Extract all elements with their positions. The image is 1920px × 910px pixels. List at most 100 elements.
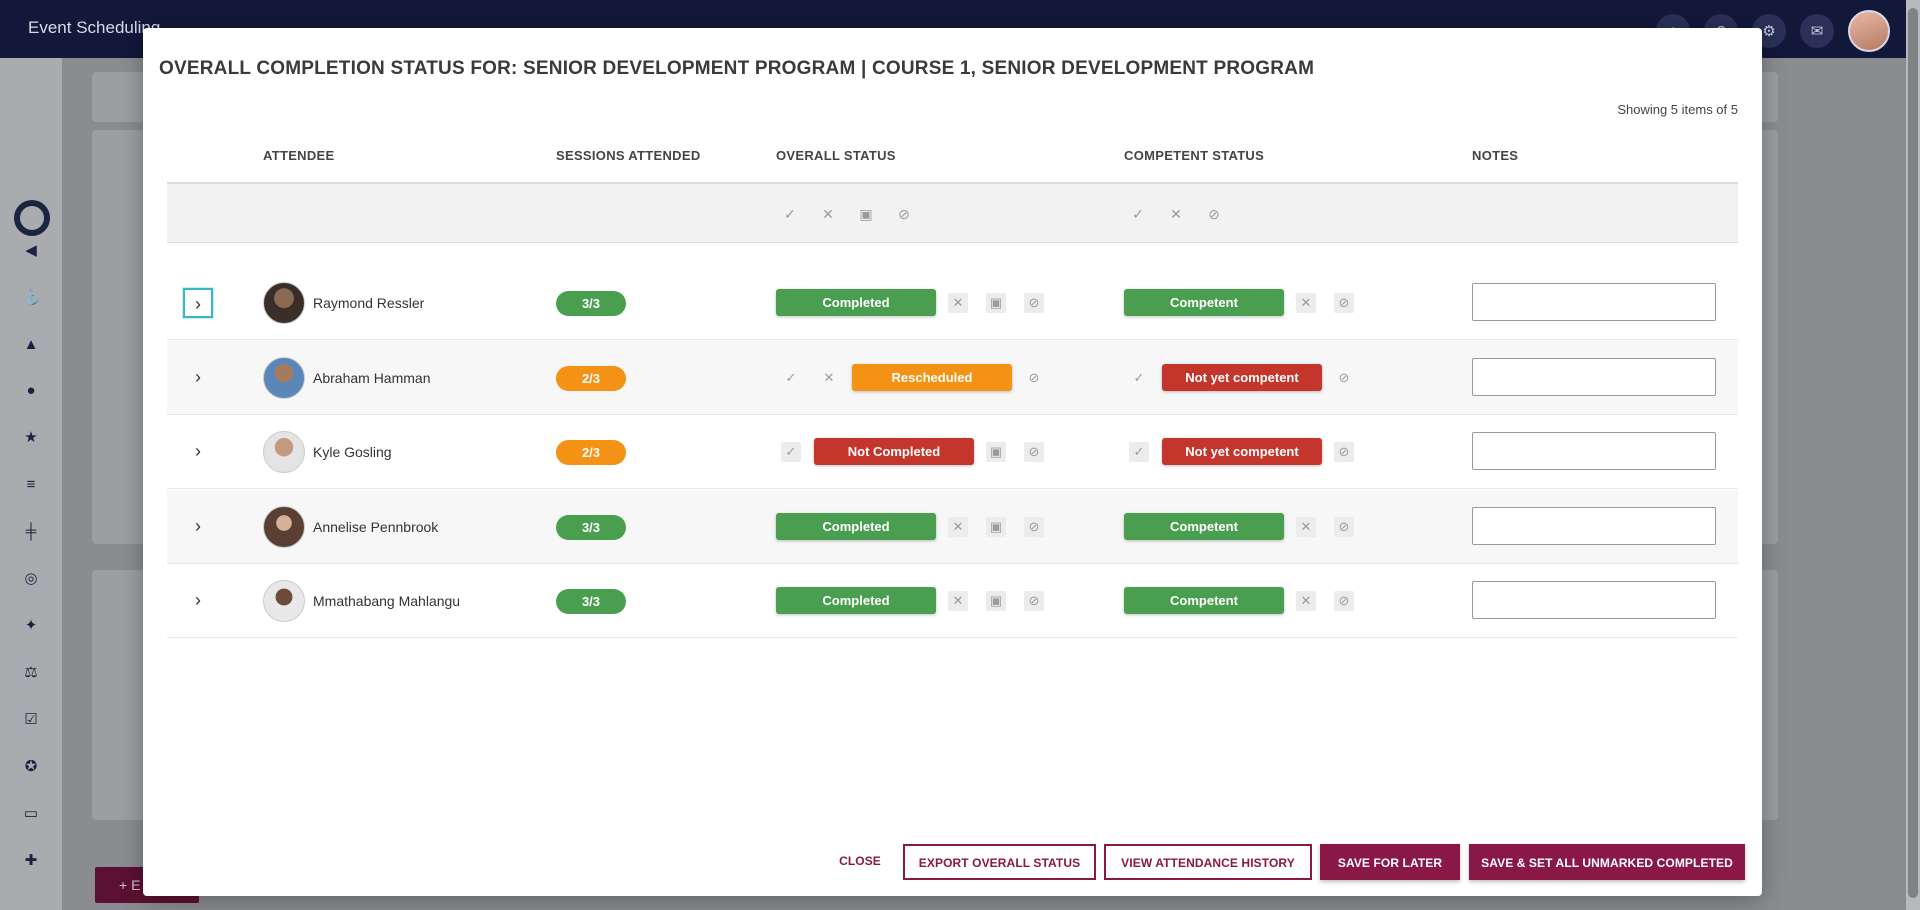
mark-competent-excused-icon[interactable]: ⊘ — [1334, 368, 1354, 388]
mark-excused-icon[interactable]: ⊘ — [1024, 442, 1044, 462]
expand-row-chevron-icon[interactable]: › — [183, 437, 213, 467]
anchor-icon[interactable]: ⚓ — [22, 289, 41, 307]
overall-status-rescheduled-button[interactable]: Rescheduled — [852, 364, 1012, 391]
column-header-overall-status[interactable]: OVERALL STATUS — [776, 148, 896, 163]
mark-rescheduled-icon[interactable]: ▣ — [986, 517, 1006, 537]
user-avatar[interactable] — [1848, 10, 1890, 52]
megaphone-icon[interactable]: ◀ — [22, 242, 40, 260]
notes-input[interactable] — [1472, 358, 1716, 396]
mark-not-completed-icon[interactable]: ✕ — [948, 591, 968, 611]
sessions-badge: 3/3 — [556, 589, 626, 614]
mark-competent-excused-icon[interactable]: ⊘ — [1334, 591, 1354, 611]
avatar — [263, 580, 305, 622]
close-button[interactable]: CLOSE — [823, 844, 897, 880]
mark-completed-icon[interactable]: ✓ — [781, 442, 801, 462]
eye-icon[interactable]: ◎ — [22, 570, 40, 588]
table-row: › Abraham Hamman 2/3 ✓ ✕ Rescheduled ⊘ ✓… — [167, 341, 1738, 415]
calendar-check-icon[interactable]: ☑ — [22, 711, 40, 729]
mark-competent-excused-icon[interactable]: ⊘ — [1334, 517, 1354, 537]
table-row: › Kyle Gosling 2/3 ✓ Not Completed ▣ ⊘ ✓… — [167, 415, 1738, 489]
avatar — [263, 282, 305, 324]
table-row: › Annelise Pennbrook 3/3 Completed ✕ ▣ ⊘… — [167, 490, 1738, 564]
compass-icon[interactable]: ● — [22, 382, 40, 400]
star-icon[interactable]: ★ — [22, 429, 40, 447]
mark-excused-icon[interactable]: ⊘ — [1024, 517, 1044, 537]
view-attendance-history-button[interactable]: VIEW ATTENDANCE HISTORY — [1104, 844, 1312, 880]
overall-status-not-completed-button[interactable]: Not Completed — [814, 438, 974, 465]
pipeline-icon[interactable]: ╪ — [22, 523, 40, 541]
filter-completed-icon[interactable]: ✓ — [781, 205, 799, 223]
overall-status-completed-button[interactable]: Completed — [776, 513, 936, 540]
expand-row-chevron-icon[interactable]: › — [183, 288, 213, 318]
mark-competent-excused-icon[interactable]: ⊘ — [1334, 442, 1354, 462]
column-header-attendee[interactable]: ATTENDEE — [263, 148, 335, 163]
sidebar: ◀ ⚓ ▲ ● ★ ≡ ╪ ◎ ✦ ⚖ ☑ ✪ ▭ ✚ — [0, 58, 62, 910]
competent-status-button[interactable]: Not yet competent — [1162, 364, 1322, 391]
column-header-notes[interactable]: NOTES — [1472, 148, 1518, 163]
column-header-sessions[interactable]: SESSIONS ATTENDED — [556, 148, 701, 163]
competent-status-button[interactable]: Not yet competent — [1162, 438, 1322, 465]
mark-excused-icon[interactable]: ⊘ — [1024, 591, 1044, 611]
overall-status-completed-button[interactable]: Completed — [776, 587, 936, 614]
mark-not-completed-icon[interactable]: ✕ — [948, 293, 968, 313]
export-overall-status-button[interactable]: EXPORT OVERALL STATUS — [903, 844, 1096, 880]
mark-rescheduled-icon[interactable]: ▣ — [986, 442, 1006, 462]
save-for-later-button[interactable]: SAVE FOR LATER — [1320, 844, 1460, 880]
page-scrollbar[interactable] — [1906, 0, 1920, 910]
mail-icon[interactable]: ✉ — [1800, 14, 1834, 48]
mark-not-competent-icon[interactable]: ✕ — [1296, 293, 1316, 313]
expand-row-chevron-icon[interactable]: › — [183, 363, 213, 393]
overall-status-completed-button[interactable]: Completed — [776, 289, 936, 316]
scales-icon[interactable]: ⚖ — [22, 664, 40, 682]
filter-rescheduled-icon[interactable]: ▣ — [857, 205, 875, 223]
mark-completed-icon[interactable]: ✓ — [781, 368, 801, 388]
filter-excused-icon[interactable]: ⊘ — [895, 205, 913, 223]
filter-competent-excused-icon[interactable]: ⊘ — [1205, 205, 1223, 223]
mark-not-competent-icon[interactable]: ✕ — [1296, 591, 1316, 611]
filter-competent-icon[interactable]: ✓ — [1129, 205, 1147, 223]
graduation-cap-icon[interactable]: ▲ — [22, 336, 40, 354]
filter-row: ✓ ✕ ▣ ⊘ ✓ ✕ ⊘ — [167, 184, 1738, 243]
app-title: Event Scheduling — [28, 18, 161, 37]
award-icon[interactable]: ✪ — [22, 758, 40, 776]
competent-status-button[interactable]: Competent — [1124, 587, 1284, 614]
table-row: › Raymond Ressler 3/3 Completed ✕ ▣ ⊘ Co… — [167, 266, 1738, 340]
mark-not-competent-icon[interactable]: ✕ — [1296, 517, 1316, 537]
sliders-icon[interactable]: ≡ — [22, 476, 40, 494]
column-header-competent-status[interactable]: COMPETENT STATUS — [1124, 148, 1264, 163]
notes-input[interactable] — [1472, 581, 1716, 619]
avatar — [263, 431, 305, 473]
mark-excused-icon[interactable]: ⊘ — [1024, 293, 1044, 313]
notes-input[interactable] — [1472, 432, 1716, 470]
attendee-name: Raymond Ressler — [313, 295, 425, 311]
sessions-badge: 3/3 — [556, 291, 626, 316]
mark-not-completed-icon[interactable]: ✕ — [948, 517, 968, 537]
mark-rescheduled-icon[interactable]: ▣ — [986, 293, 1006, 313]
save-and-set-all-unmarked-completed-button[interactable]: SAVE & SET ALL UNMARKED COMPLETED — [1469, 844, 1745, 880]
handshake-icon[interactable]: ✦ — [22, 617, 40, 635]
mark-not-completed-icon[interactable]: ✕ — [819, 368, 839, 388]
dialog-title: OVERALL COMPLETION STATUS FOR: SENIOR DE… — [159, 58, 1315, 79]
table-row: › Mmathabang Mahlangu 3/3 Completed ✕ ▣ … — [167, 564, 1738, 638]
laptop-icon[interactable]: ▭ — [22, 805, 40, 823]
sessions-badge: 2/3 — [556, 440, 626, 465]
mark-excused-icon[interactable]: ⊘ — [1024, 368, 1044, 388]
sessions-badge: 3/3 — [556, 515, 626, 540]
attendee-name: Annelise Pennbrook — [313, 519, 439, 535]
mark-rescheduled-icon[interactable]: ▣ — [986, 591, 1006, 611]
notes-input[interactable] — [1472, 507, 1716, 545]
competent-status-button[interactable]: Competent — [1124, 513, 1284, 540]
filter-not-completed-icon[interactable]: ✕ — [819, 205, 837, 223]
user-add-icon[interactable]: ✚ — [22, 852, 40, 870]
competent-status-button[interactable]: Competent — [1124, 289, 1284, 316]
avatar — [263, 357, 305, 399]
attendee-name: Kyle Gosling — [313, 444, 392, 460]
expand-row-chevron-icon[interactable]: › — [183, 586, 213, 616]
filter-not-competent-icon[interactable]: ✕ — [1167, 205, 1185, 223]
mark-competent-icon[interactable]: ✓ — [1129, 442, 1149, 462]
notes-input[interactable] — [1472, 283, 1716, 321]
mark-competent-excused-icon[interactable]: ⊘ — [1334, 293, 1354, 313]
attendee-name: Mmathabang Mahlangu — [313, 593, 461, 609]
expand-row-chevron-icon[interactable]: › — [183, 512, 213, 542]
mark-competent-icon[interactable]: ✓ — [1129, 368, 1149, 388]
